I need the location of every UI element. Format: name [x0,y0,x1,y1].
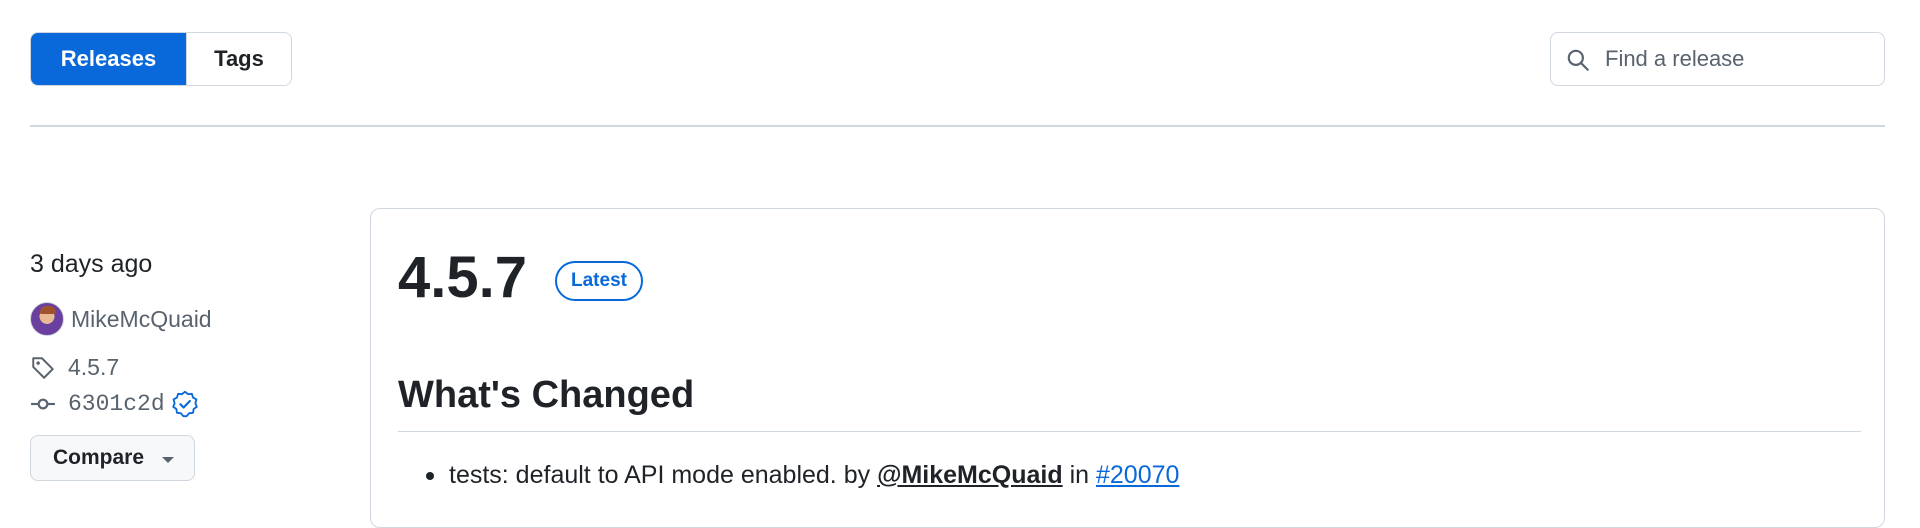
releases-header: Releases Tags [0,0,1920,127]
section-divider [398,431,1861,432]
commit-sha-link[interactable]: 6301c2d [68,391,165,417]
mention-link[interactable]: @MikeMcQuaid [877,461,1063,490]
tag-link[interactable]: 4.5.7 [68,354,119,381]
latest-badge: Latest [555,261,643,301]
by-text: by [843,461,871,489]
author-link[interactable]: MikeMcQuaid [71,306,212,333]
compare-button[interactable]: Compare [30,435,195,481]
release-title[interactable]: 4.5.7 [398,244,527,311]
compare-label: Compare [53,446,145,469]
release-search [1550,32,1885,86]
tag-icon [32,356,54,379]
release-card: 4.5.7 Latest What's Changed tests: defau… [370,208,1885,528]
triangle-down-icon [162,457,174,463]
verified-icon[interactable] [171,390,199,418]
releases-tags-toggle: Releases Tags [30,32,292,86]
author-row: MikeMcQuaid [30,302,212,336]
change-text: tests: default to API mode enabled. [449,461,837,489]
pull-request-link[interactable]: #20070 [1096,461,1179,490]
search-input[interactable] [1551,33,1884,85]
tag-row: 4.5.7 [30,354,119,381]
tab-releases[interactable]: Releases [31,33,186,85]
section-heading: What's Changed [398,374,695,416]
in-text: in [1069,461,1090,489]
search-icon [1567,49,1589,71]
git-commit-icon [31,398,55,410]
commit-row: 6301c2d [30,390,199,418]
release-sidebar: 3 days ago MikeMcQuaid 4.5.7 6301c2d Com… [30,250,330,481]
changes-list: tests: default to API mode enabled. by @… [398,461,1179,490]
release-date: 3 days ago [30,250,153,278]
avatar[interactable] [30,302,64,336]
tab-tags[interactable]: Tags [186,33,291,85]
header-divider [30,125,1885,127]
list-item: tests: default to API mode enabled. by @… [398,461,1179,490]
bullet [426,471,434,480]
